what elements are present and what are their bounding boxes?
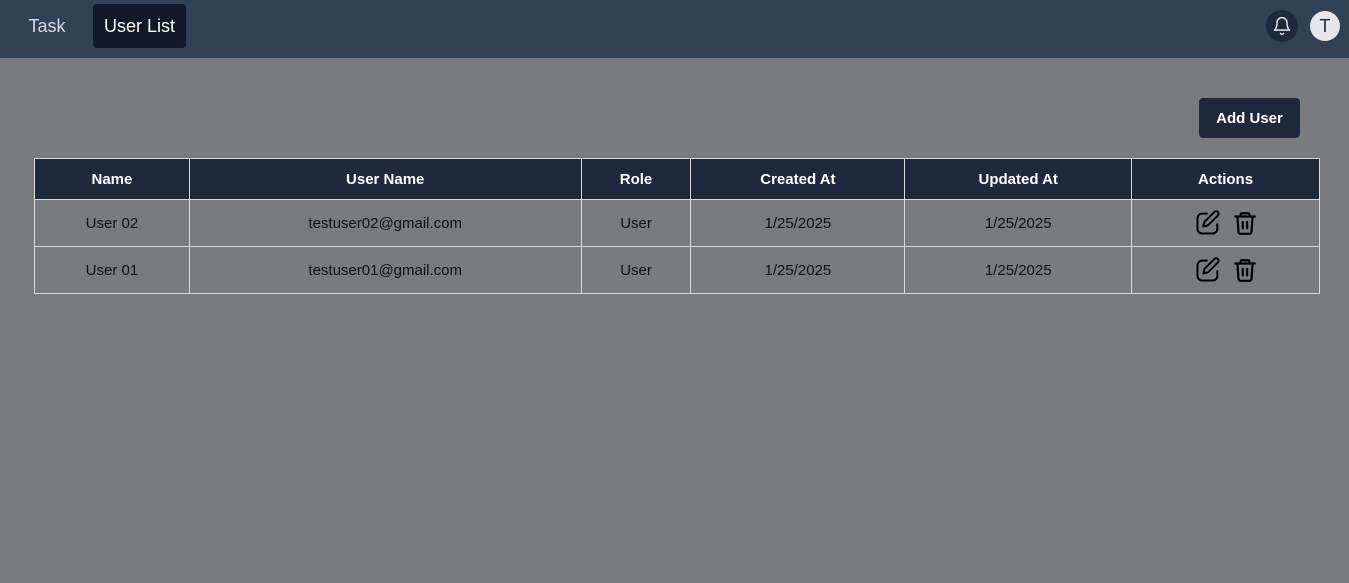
bell-icon [1272,16,1292,36]
cell-updated-at: 1/25/2025 [904,199,1133,247]
table-header-row: Name User Name Role Created At Updated A… [34,158,1320,200]
edit-icon[interactable] [1194,209,1222,237]
cell-created-at: 1/25/2025 [690,246,906,294]
nav-tab-task[interactable]: Task [16,4,78,48]
cell-username: testuser02@gmail.com [188,199,582,247]
cell-actions [1131,246,1320,294]
table-row: User 01 testuser01@gmail.com User 1/25/2… [34,246,1320,294]
column-header-role: Role [580,158,692,200]
cell-name: User 02 [34,199,190,247]
cell-name: User 01 [34,246,190,294]
trash-icon[interactable] [1232,209,1258,237]
column-header-created-at: Created At [690,158,906,200]
cell-username: testuser01@gmail.com [188,246,582,294]
add-user-button[interactable]: Add User [1199,98,1300,138]
cell-actions [1131,199,1320,247]
cell-updated-at: 1/25/2025 [904,246,1133,294]
cell-role: User [580,246,692,294]
column-header-updated-at: Updated At [904,158,1133,200]
users-table: Name User Name Role Created At Updated A… [34,158,1320,294]
edit-icon[interactable] [1194,256,1222,284]
notification-button[interactable] [1266,10,1298,42]
table-row: User 02 testuser02@gmail.com User 1/25/2… [34,199,1320,247]
column-header-actions: Actions [1131,158,1320,200]
top-navbar: Task User List T [0,0,1349,58]
cell-created-at: 1/25/2025 [690,199,906,247]
nav-tab-user-list[interactable]: User List [93,4,186,48]
column-header-name: Name [34,158,190,200]
cell-role: User [580,199,692,247]
trash-icon[interactable] [1232,256,1258,284]
column-header-username: User Name [188,158,582,200]
user-avatar[interactable]: T [1310,11,1340,41]
